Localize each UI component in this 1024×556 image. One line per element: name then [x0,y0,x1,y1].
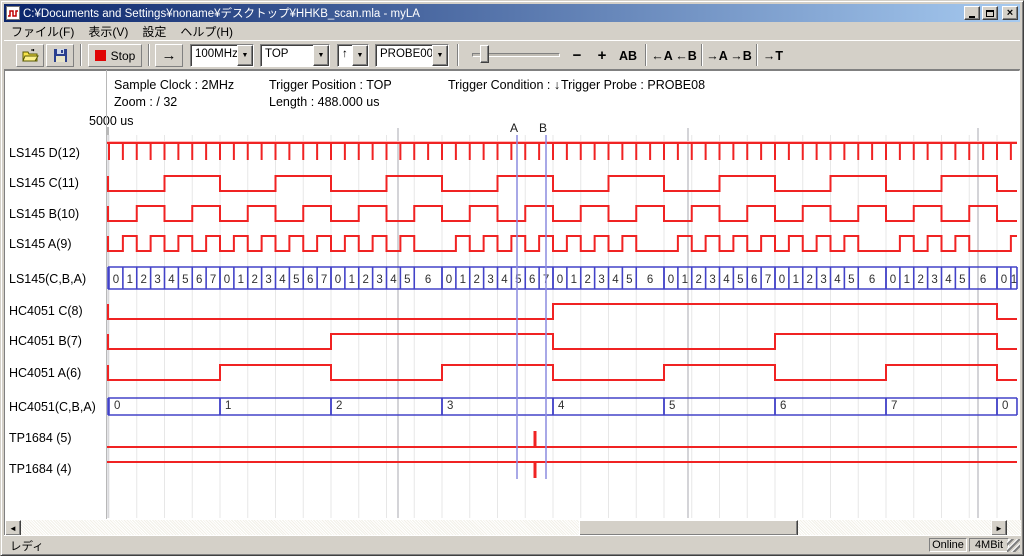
window-title: C:¥Documents and Settings¥noname¥デスクトップ¥… [23,5,960,21]
goto-cursor-b-left-button[interactable]: ←B [676,44,696,67]
channel-label: LS145 B(10) [9,206,79,222]
app-window: C:¥Documents and Settings¥noname¥デスクトップ¥… [0,0,1024,556]
clock-combo-value: 100MHz [191,45,237,66]
label-column-separator [106,70,107,519]
trigger-position-text: Trigger Position : TOP [269,78,392,92]
run-button[interactable]: → [155,44,183,67]
maximize-button[interactable] [982,6,998,20]
status-memory: 4MBit [969,538,1009,552]
toolbar-separator [80,44,82,66]
toolbar-separator [645,44,647,66]
scrollbar-thumb[interactable] [579,520,798,536]
stop-label: Stop [111,49,136,63]
goto-cursor-a-right-button[interactable]: →A [707,44,727,67]
scroll-right-icon: ► [995,524,1003,533]
status-online: Online [929,538,967,552]
waveform-client-area [4,70,1020,538]
trigger-probe-combo[interactable]: PROBE00 ▼ [375,44,449,67]
goto-trigger-button[interactable]: →T [762,44,784,67]
zoom-in-button[interactable]: + [594,44,610,67]
channel-label: TP1684 (4) [9,461,72,477]
title-bar: C:¥Documents and Settings¥noname¥デスクトップ¥… [4,4,1020,22]
trigger-position-value: TOP [261,45,313,66]
open-button[interactable] [16,44,44,67]
toolbar-separator [457,44,459,66]
floppy-disk-icon [54,49,67,62]
goto-cursor-b-right-button[interactable]: →B [731,44,751,67]
stop-icon [95,50,106,61]
toolbar-separator [148,44,150,66]
chevron-down-icon[interactable]: ▼ [313,45,329,66]
open-folder-icon [22,49,39,62]
save-button[interactable] [46,44,74,67]
trigger-position-combo[interactable]: TOP ▼ [260,44,330,67]
channel-label: LS145 A(9) [9,236,72,252]
zoom-out-button[interactable]: − [569,44,585,67]
goto-cursor-a-left-button[interactable]: ←A [652,44,672,67]
scroll-left-icon: ◄ [9,524,17,533]
toolbar-separator [701,44,703,66]
minimize-icon [969,16,975,18]
channel-label: HC4051 A(6) [9,365,81,381]
maximize-icon [986,10,994,17]
trigger-edge-value: ↑ [338,45,352,66]
close-icon: × [1007,8,1013,19]
toolbar-separator [756,44,758,66]
trigger-edge-combo[interactable]: ↑ ▼ [337,44,369,67]
minimize-button[interactable] [964,6,980,20]
time-scale-label: 5000 us [89,114,133,128]
menu-file[interactable]: ファイル(F) [4,22,81,41]
close-button[interactable]: × [1002,6,1018,20]
sample-clock-text: Sample Clock : 2MHz [114,78,234,92]
run-arrow-icon: → [162,47,177,64]
stop-button[interactable]: Stop [88,44,142,67]
channel-label: TP1684 (5) [9,430,72,446]
zoom-slider-thumb[interactable] [480,45,489,63]
chevron-down-icon[interactable]: ▼ [432,45,448,66]
status-message: レディ [10,538,44,554]
zoom-ab-button[interactable]: AB [616,44,640,67]
channel-label: LS145 C(11) [9,175,79,191]
zoom-slider[interactable] [472,44,560,67]
horizontal-scrollbar[interactable]: ◄ ► [5,520,1021,536]
channel-label: LS145 D(12) [9,145,80,161]
channel-label: HC4051 B(7) [9,333,82,349]
resize-grip[interactable] [1007,539,1020,552]
menu-help[interactable]: ヘルプ(H) [173,22,240,41]
app-icon [6,6,20,20]
clock-combo[interactable]: 100MHz ▼ [190,44,254,67]
scroll-left-button[interactable]: ◄ [5,520,21,536]
trigger-probe-text: Trigger Probe : PROBE08 [561,78,705,92]
status-bar: レディ Online 4MBit [4,535,1020,552]
trigger-condition-text: Trigger Condition : ↓ [448,78,560,92]
channel-label: HC4051 C(8) [9,303,83,319]
channel-label: HC4051(C,B,A) [9,399,96,415]
channel-label: LS145(C,B,A) [9,271,86,287]
zoom-text: Zoom : / 32 [114,95,177,109]
length-text: Length : 488.000 us [269,95,380,109]
trigger-probe-value: PROBE00 [376,45,432,66]
menu-bar: ファイル(F) 表示(V) 設定 ヘルプ(H) [4,22,1020,40]
toolbar: Stop → 100MHz ▼ TOP ▼ ↑ ▼ PROBE00 ▼ − + … [4,40,1020,70]
menu-view[interactable]: 表示(V) [81,22,135,41]
menu-settings[interactable]: 設定 [135,22,173,41]
chevron-down-icon[interactable]: ▼ [352,45,368,66]
chevron-down-icon[interactable]: ▼ [237,45,253,66]
scroll-right-button[interactable]: ► [991,520,1007,536]
